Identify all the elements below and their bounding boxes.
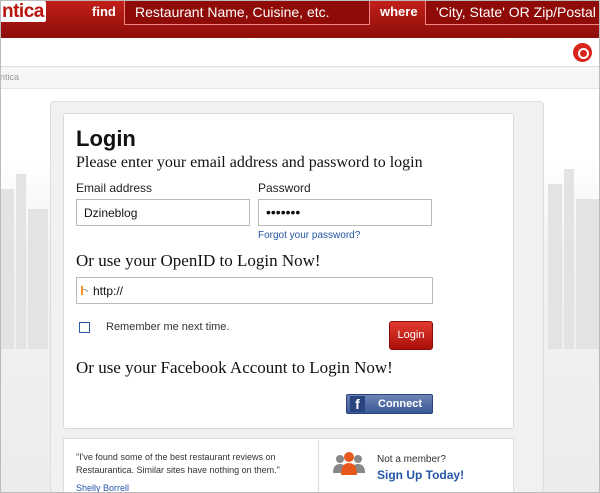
facebook-connect-label: Connect <box>378 398 422 410</box>
openid-heading: Or use your OpenID to Login Now! <box>76 251 321 270</box>
openid-icon <box>81 286 88 295</box>
testimonial-author[interactable]: Shelly Borrell <box>76 483 129 493</box>
location-input[interactable]: 'City, State' OR Zip/Postal <box>425 0 600 25</box>
members-icon <box>333 452 365 475</box>
divider <box>318 440 319 493</box>
top-header-bar: ntica find Restaurant Name, Cuisine, etc… <box>0 0 600 38</box>
password-label: Password <box>258 181 311 195</box>
where-label: where <box>380 4 418 19</box>
password-field[interactable]: ••••••• <box>258 199 432 226</box>
facebook-heading: Or use your Facebook Account to Login No… <box>76 358 393 377</box>
login-instructions: Please enter your email address and pass… <box>76 154 423 171</box>
breadcrumb-bar: ntica <box>0 67 600 89</box>
sign-up-link[interactable]: Sign Up Today! <box>377 468 464 482</box>
login-button[interactable]: Login <box>389 321 433 350</box>
page-title: Login <box>76 126 136 151</box>
email-label: Email address <box>76 181 153 195</box>
share-icon[interactable] <box>573 43 592 62</box>
testimonial-quote: "I've found some of the best restaurant … <box>76 452 280 475</box>
forgot-password-link[interactable]: Forgot your password? <box>258 230 360 241</box>
sub-navigation-bar <box>0 38 600 67</box>
search-input[interactable]: Restaurant Name, Cuisine, etc. <box>124 0 370 25</box>
not-member-text: Not a member? <box>377 454 446 465</box>
site-logo[interactable]: ntica <box>0 1 46 23</box>
facebook-icon: f <box>350 396 365 412</box>
find-label: find <box>92 4 116 19</box>
openid-field[interactable]: http:// <box>76 277 433 304</box>
email-field[interactable]: Dzineblog <box>76 199 250 226</box>
breadcrumb[interactable]: ntica <box>0 72 19 82</box>
remember-me-checkbox[interactable] <box>79 322 90 333</box>
facebook-connect-button[interactable]: f Connect <box>346 394 433 414</box>
remember-me-label: Remember me next time. <box>106 321 230 333</box>
